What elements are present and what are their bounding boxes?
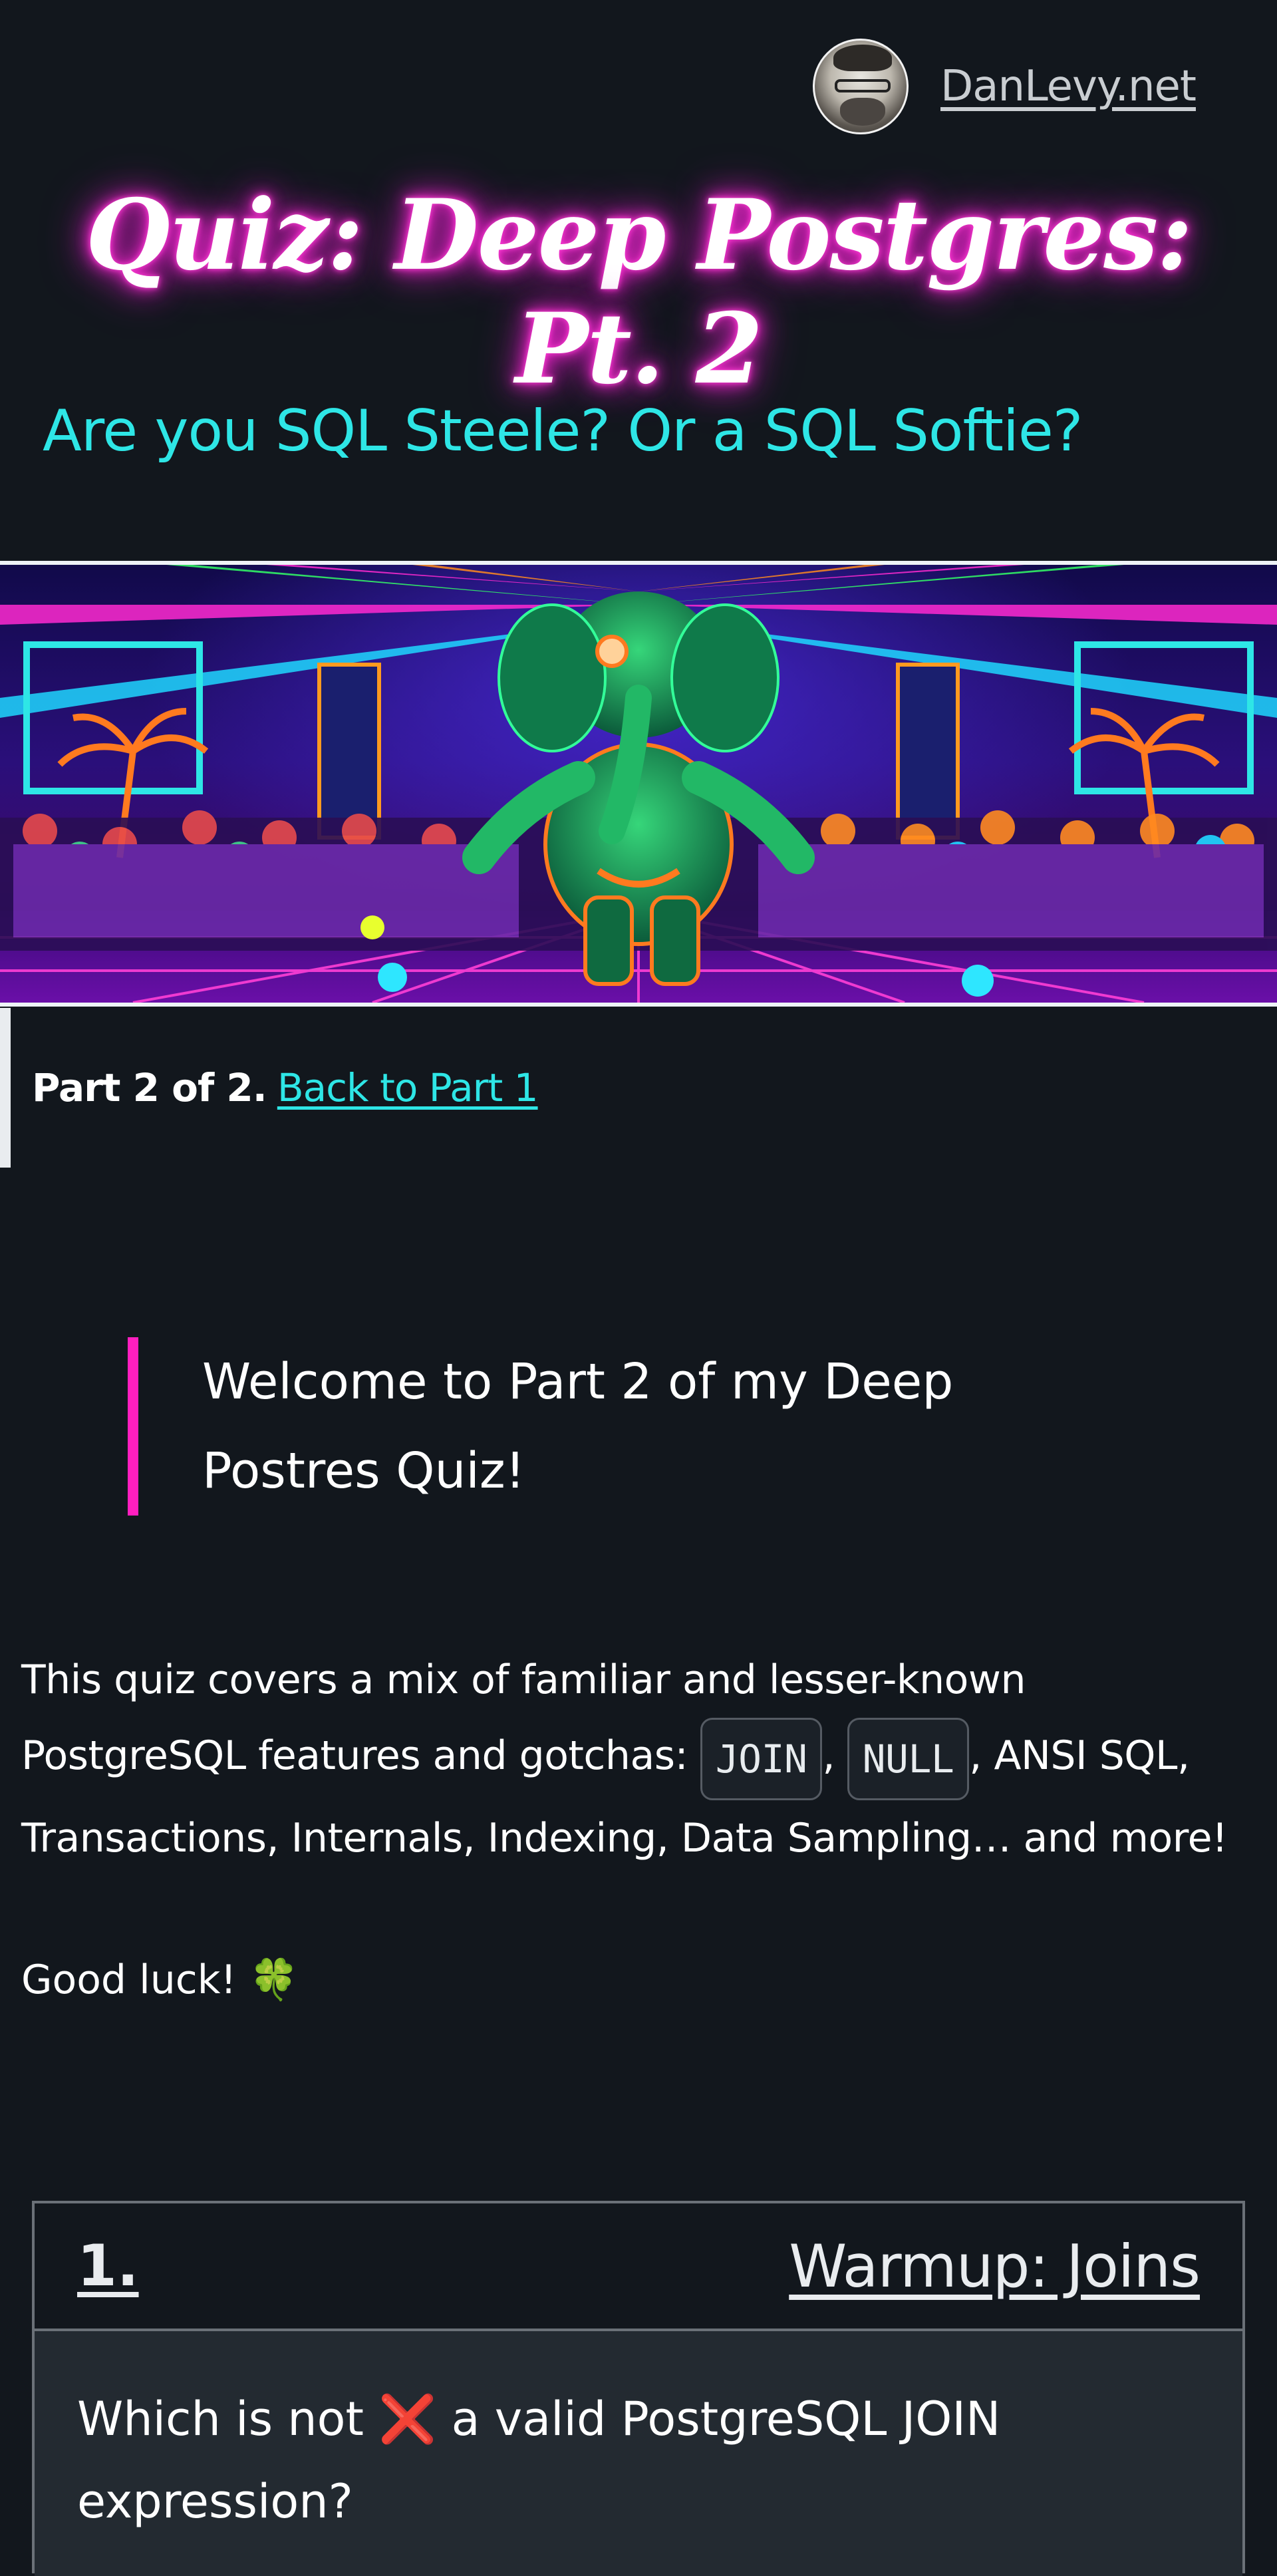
page-title: Quiz: Deep Postgres: Pt. 2: [85, 178, 1193, 406]
code-join: JOIN: [700, 1718, 823, 1800]
page-subtitle: Are you SQL Steele? Or a SQL Softie?: [43, 398, 1083, 464]
question-category-link[interactable]: Warmup: Joins: [789, 2232, 1201, 2301]
question-card: 1. Warmup: Joins Which is not ❌ a valid …: [32, 2201, 1245, 2576]
good-luck-label: Good luck!: [21, 1957, 249, 2003]
intro-paragraph: This quiz covers a mix of familiar and l…: [21, 1642, 1258, 1876]
intro-separator: ,: [822, 1732, 847, 1779]
hero-illustration: [0, 565, 1277, 1003]
site-home-link[interactable]: DanLevy.net: [813, 39, 1197, 134]
site-name-link-text[interactable]: DanLevy.net: [940, 62, 1197, 111]
avatar: [813, 39, 909, 134]
part-navigation-note: Part 2 of 2. Back to Part 1: [0, 1008, 1277, 1168]
welcome-quote: Welcome to Part 2 of my Deep Postres Qui…: [128, 1337, 992, 1516]
good-luck-text: Good luck! 🍀: [21, 1956, 299, 2003]
part-label: Part 2 of 2.: [32, 1065, 267, 1110]
hero-image: [0, 561, 1277, 1007]
cross-mark-icon: ❌: [378, 2392, 437, 2446]
question-header: 1. Warmup: Joins: [35, 2203, 1242, 2331]
back-to-part-1-link[interactable]: Back to Part 1: [277, 1065, 539, 1110]
question-body: Which is not ❌ a valid PostgreSQL JOIN e…: [35, 2331, 1242, 2576]
question-prefix: Which is not: [77, 2392, 379, 2446]
clover-icon: 🍀: [249, 1957, 299, 2003]
question-number-link[interactable]: 1.: [77, 2233, 139, 2299]
code-null: NULL: [847, 1718, 970, 1800]
